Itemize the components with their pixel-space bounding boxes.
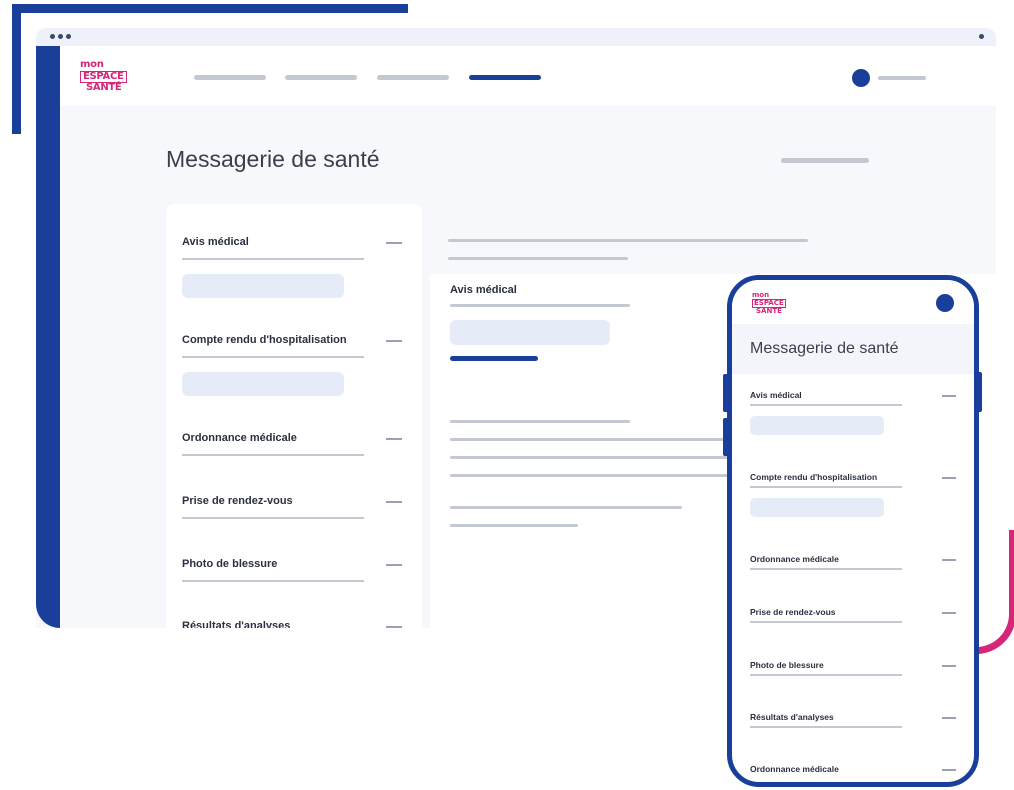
body-text-placeholder	[450, 456, 750, 459]
nav-item-placeholder[interactable]	[285, 75, 357, 80]
collapse-icon[interactable]	[386, 564, 402, 566]
body-text-placeholder	[450, 438, 750, 441]
category-item[interactable]: Prise de rendez-vous	[182, 495, 406, 519]
decorative-frame-left	[12, 4, 21, 134]
browser-toolbar	[36, 28, 996, 46]
mobile-category-content-placeholder[interactable]	[750, 416, 884, 435]
category-item[interactable]: Photo de blessure	[182, 558, 406, 582]
mobile-category-underline	[750, 404, 902, 406]
mobile-category-item[interactable]: Ordonnance médicale	[750, 554, 956, 570]
collapse-icon[interactable]	[386, 438, 402, 440]
window-dot[interactable]	[58, 34, 63, 39]
mobile-category-underline	[750, 621, 902, 623]
mobile-category-item[interactable]: Ordonnance médicale	[750, 764, 956, 774]
detail-link-placeholder[interactable]	[450, 356, 538, 361]
mobile-category-underline	[750, 674, 902, 676]
header-text-placeholder	[448, 257, 628, 260]
mobile-category-item[interactable]: Compte rendu d'hospitalisation	[750, 472, 956, 517]
detail-header	[430, 204, 996, 274]
detail-content-placeholder[interactable]	[450, 320, 610, 345]
mobile-category-label: Prise de rendez-vous	[750, 607, 836, 617]
page-title: Messagerie de santé	[166, 146, 380, 172]
category-underline	[182, 517, 364, 519]
category-label: Photo de blessure	[182, 558, 278, 570]
category-underline	[182, 454, 364, 456]
body-text-placeholder	[450, 506, 682, 509]
mobile-category-item[interactable]: Photo de blessure	[750, 660, 956, 676]
category-label: Compte rendu d'hospitalisation	[182, 334, 347, 346]
window-dot[interactable]	[66, 34, 71, 39]
mobile-category-item[interactable]: Prise de rendez-vous	[750, 607, 956, 623]
category-label: Résultats d'analyses	[182, 620, 291, 628]
collapse-icon[interactable]	[386, 340, 402, 342]
category-content-placeholder[interactable]	[182, 372, 344, 396]
subtitle-underline	[450, 304, 630, 307]
header-text-placeholder	[448, 239, 808, 242]
top-navigation: mon ESPACE SANTÉ	[60, 46, 996, 106]
logo-text-line3: SANTÉ	[756, 307, 782, 315]
decorative-side-band	[36, 46, 60, 628]
mobile-category-underline	[750, 568, 902, 570]
body-text-placeholder	[450, 524, 578, 527]
category-item[interactable]: Avis médical	[182, 236, 406, 298]
collapse-icon[interactable]	[942, 477, 956, 479]
mobile-category-label: Compte rendu d'hospitalisation	[750, 472, 878, 482]
window-dot[interactable]	[50, 34, 55, 39]
mobile-category-item[interactable]: Avis médical	[750, 390, 956, 435]
mobile-category-item[interactable]: Résultats d'analyses	[750, 712, 956, 728]
collapse-icon[interactable]	[942, 559, 956, 561]
collapse-icon[interactable]	[942, 612, 956, 614]
body-text-placeholder	[450, 420, 630, 423]
nav-item-active[interactable]	[469, 75, 541, 80]
category-item[interactable]: Ordonnance médicale	[182, 432, 406, 456]
category-list: Avis médical Compte rendu d'hospitalisat…	[166, 204, 422, 628]
mobile-header: Messagerie de santé	[732, 324, 974, 374]
mobile-page-title: Messagerie de santé	[750, 340, 899, 357]
category-underline	[182, 580, 364, 582]
collapse-icon[interactable]	[386, 242, 402, 244]
collapse-icon[interactable]	[942, 665, 956, 667]
nav-item-placeholder[interactable]	[377, 75, 449, 80]
user-avatar[interactable]	[852, 69, 870, 87]
nav-item-placeholder[interactable]	[194, 75, 266, 80]
mobile-user-avatar[interactable]	[936, 294, 954, 312]
mobile-category-underline	[750, 726, 902, 728]
category-label: Avis médical	[182, 236, 249, 248]
browser-menu-icon[interactable]	[979, 34, 984, 39]
category-label: Ordonnance médicale	[182, 432, 297, 444]
category-item[interactable]: Résultats d'analyses	[182, 620, 406, 628]
collapse-icon[interactable]	[386, 501, 402, 503]
body-text-placeholder	[450, 474, 750, 477]
logo-text-line1: mon	[752, 291, 770, 299]
mobile-brand-logo[interactable]: mon ESPACE SANTÉ	[752, 292, 786, 315]
logo-text-line3: SANTÉ	[86, 82, 122, 93]
category-underline	[182, 258, 364, 260]
mobile-device: mon ESPACE SANTÉ Messagerie de santé Avi…	[727, 275, 979, 787]
mobile-category-label: Photo de blessure	[750, 660, 824, 670]
mobile-category-label: Résultats d'analyses	[750, 712, 834, 722]
category-underline	[182, 356, 364, 358]
category-item[interactable]: Compte rendu d'hospitalisation	[182, 334, 406, 396]
logo-text-line1: mon	[80, 59, 104, 70]
category-label: Prise de rendez-vous	[182, 495, 293, 507]
brand-logo[interactable]: mon ESPACE SANTÉ	[80, 60, 132, 94]
collapse-icon[interactable]	[942, 769, 956, 771]
user-name-placeholder[interactable]	[878, 76, 926, 80]
mobile-category-underline	[750, 486, 902, 488]
collapse-icon[interactable]	[386, 626, 402, 628]
mobile-category-label: Avis médical	[750, 390, 802, 400]
collapse-icon[interactable]	[942, 395, 956, 397]
decorative-frame-top	[12, 4, 408, 13]
collapse-icon[interactable]	[942, 717, 956, 719]
mobile-category-label: Ordonnance médicale	[750, 764, 839, 774]
window-controls	[50, 34, 71, 39]
mobile-top-bar: mon ESPACE SANTÉ	[732, 280, 974, 324]
mobile-category-label: Ordonnance médicale	[750, 554, 839, 564]
mobile-category-content-placeholder[interactable]	[750, 498, 884, 517]
detail-subtitle: Avis médical	[450, 284, 517, 296]
category-content-placeholder[interactable]	[182, 274, 344, 298]
title-action-placeholder[interactable]	[781, 158, 869, 163]
